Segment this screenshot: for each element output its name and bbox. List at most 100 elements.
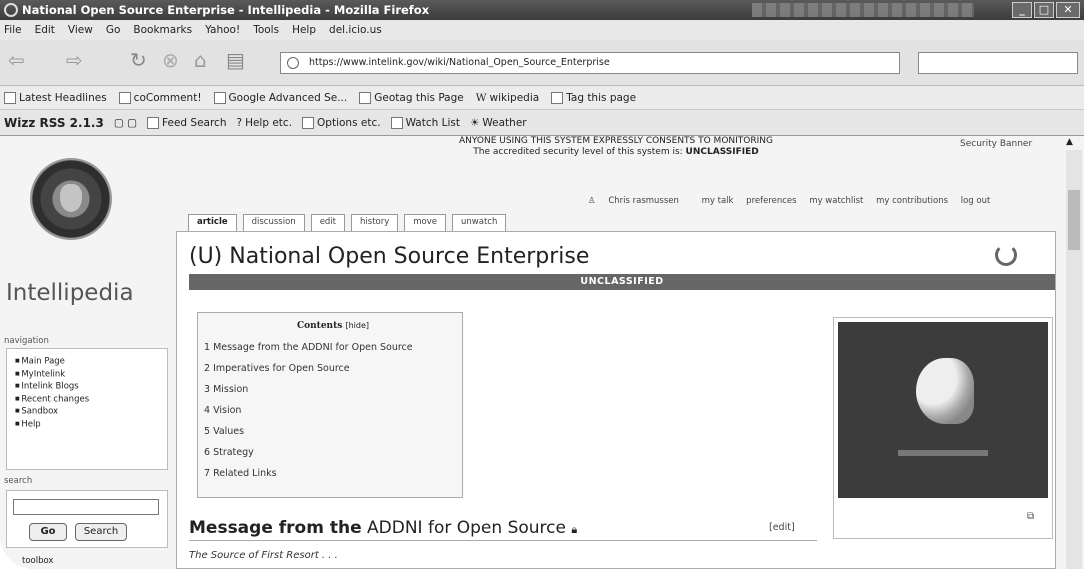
my-watchlist-link[interactable]: my watchlist [809,196,863,206]
bookmark-geotag[interactable]: Geotag this Page [359,91,464,104]
security-banner-link[interactable]: Security Banner [960,139,1032,149]
section-subtitle: The Source of First Resort . . . [189,550,338,561]
menu-view[interactable]: View [68,24,93,36]
bookmark-cocomment[interactable]: coComment! [118,91,202,104]
sidebar-item-intelink-blogs[interactable]: Intelink Blogs [15,380,167,393]
search-icon [147,116,160,129]
close-button[interactable]: ✕ [1056,2,1080,18]
toc-item[interactable]: 2 Imperatives for Open Source [204,358,462,379]
minimize-button[interactable]: _ [1012,2,1032,18]
menu-help[interactable]: Help [292,24,316,36]
wiki-search-input[interactable] [13,499,159,515]
search-input[interactable] [918,52,1078,74]
rss-weather[interactable]: ☀ Weather [470,117,527,129]
bookmark-wikipedia[interactable]: Wwikipedia [476,92,539,104]
enlarge-icon[interactable]: ⧉ [1027,511,1034,522]
menu-tools[interactable]: Tools [253,24,279,36]
tab-discussion[interactable]: discussion [242,214,305,231]
go-button[interactable]: Go [29,523,67,541]
back-icon[interactable]: ⇦ [8,48,25,72]
tab-article[interactable]: article [188,214,237,231]
tray-icons [752,3,974,17]
bookmark-latest-headlines[interactable]: Latest Headlines [4,91,107,104]
menu-bar: File Edit View Go Bookmarks Yahoo! Tools… [0,20,1084,40]
address-text: https://www.intelink.gov/wiki/National_O… [309,57,610,68]
search-button[interactable]: Search [75,523,127,541]
list-icon [390,116,403,129]
panel-icons[interactable]: ▢ ▢ [114,117,137,129]
tab-move[interactable]: move [404,214,447,231]
sidebar: Intellipedia navigation Main Page MyInte… [0,136,176,569]
section-edit-link[interactable]: [edit] [769,522,795,533]
user-link[interactable]: ♙ Chris rasmussen [588,196,689,206]
sidebar-item-myintelink[interactable]: MyIntelink [15,368,167,381]
title-bar: National Open Source Enterprise - Intell… [0,0,1084,20]
classification-bar: UNCLASSIFIED [189,274,1055,290]
toc-item[interactable]: 4 Vision [204,400,462,421]
sidebar-item-help[interactable]: Help [15,418,167,431]
wikipedia-icon: W [475,91,487,104]
user-icon: ♙ [588,196,599,206]
sidebar-item-main-page[interactable]: Main Page [15,355,167,368]
menu-delicious[interactable]: del.icio.us [329,24,382,36]
forward-icon[interactable]: ⇨ [66,48,83,72]
refresh-icon[interactable] [995,244,1017,266]
bookmark-google-advanced[interactable]: Google Advanced Se... [213,91,347,104]
stop-icon[interactable]: ⊗ [162,48,179,72]
search-heading: search [4,476,33,486]
table-of-contents: Contents [hide] 1 Message from the ADDNI… [197,312,463,498]
section-heading: Message from the ADDNI for Open Source 🔒… [189,518,578,538]
tab-history[interactable]: history [351,214,399,231]
tab-unwatch[interactable]: unwatch [452,214,507,231]
feed-icon [4,91,16,104]
my-talk-link[interactable]: my talk [702,196,734,206]
reload-icon[interactable]: ↻ [130,48,147,72]
bookmark-tag-page[interactable]: Tag this page [551,91,636,104]
toc-item[interactable]: 1 Message from the ADDNI for Open Source [204,337,462,358]
rss-watch-list[interactable]: Watch List [390,116,460,129]
security-level: UNCLASSIFIED [685,147,759,157]
toc-hide-link[interactable]: [hide] [345,321,369,330]
menu-file[interactable]: File [4,24,22,36]
sidebar-item-sandbox[interactable]: Sandbox [15,405,167,418]
toc-item[interactable]: 6 Strategy [204,442,462,463]
address-bar[interactable]: https://www.intelink.gov/wiki/National_O… [280,52,900,74]
search-portlet: Go Search [6,490,168,548]
toc-item[interactable]: 7 Related Links [204,463,462,484]
menu-edit[interactable]: Edit [35,24,55,36]
rss-options[interactable]: Options etc. [302,116,381,129]
globe-icon [287,57,299,69]
wizz-rss-title[interactable]: Wizz RSS 2.1.3 [4,116,104,130]
tab-edit[interactable]: edit [310,214,346,231]
menu-yahoo[interactable]: Yahoo! [205,24,240,36]
eagle-thumbnail: ⧉ [833,317,1053,539]
my-contributions-link[interactable]: my contributions [876,196,948,206]
toc-item[interactable]: 5 Values [204,421,462,442]
page-icon [359,91,372,104]
menu-bookmarks[interactable]: Bookmarks [133,24,192,36]
page-icon [118,91,131,104]
site-brand: Intellipedia [6,280,134,306]
article-content: (U) National Open Source Enterprise UNCL… [176,231,1056,569]
help-icon: ? [236,116,243,129]
monitoring-notice: ANYONE USING THIS SYSTEM EXPRESSLY CONSE… [458,136,773,146]
scrollbar-thumb[interactable] [1068,190,1080,250]
menu-go[interactable]: Go [106,24,121,36]
bookmark-icon[interactable]: ▤ [226,48,245,72]
log-out-link[interactable]: log out [961,196,991,206]
scroll-up-icon[interactable]: ▲ [1066,137,1073,147]
sidebar-item-recent-changes[interactable]: Recent changes [15,393,167,406]
preferences-link[interactable]: preferences [746,196,796,206]
navigation-toolbar: ⇦ ⇨ ↻ ⊗ ⌂ ▤ https://www.intelink.gov/wik… [0,40,1084,86]
toc-item[interactable]: 3 Mission [204,379,462,400]
rss-feed-search[interactable]: Feed Search [147,116,226,129]
eagle-image[interactable] [838,322,1048,498]
rss-help[interactable]: ? Help etc. [236,117,292,129]
maximize-button[interactable]: □ [1034,2,1054,18]
home-icon[interactable]: ⌂ [194,48,207,72]
navigation-heading: navigation [4,336,49,346]
options-icon [302,116,315,129]
vertical-scrollbar[interactable] [1066,150,1082,569]
window-title: National Open Source Enterprise - Intell… [22,3,430,17]
dni-seal-logo[interactable] [30,158,112,240]
